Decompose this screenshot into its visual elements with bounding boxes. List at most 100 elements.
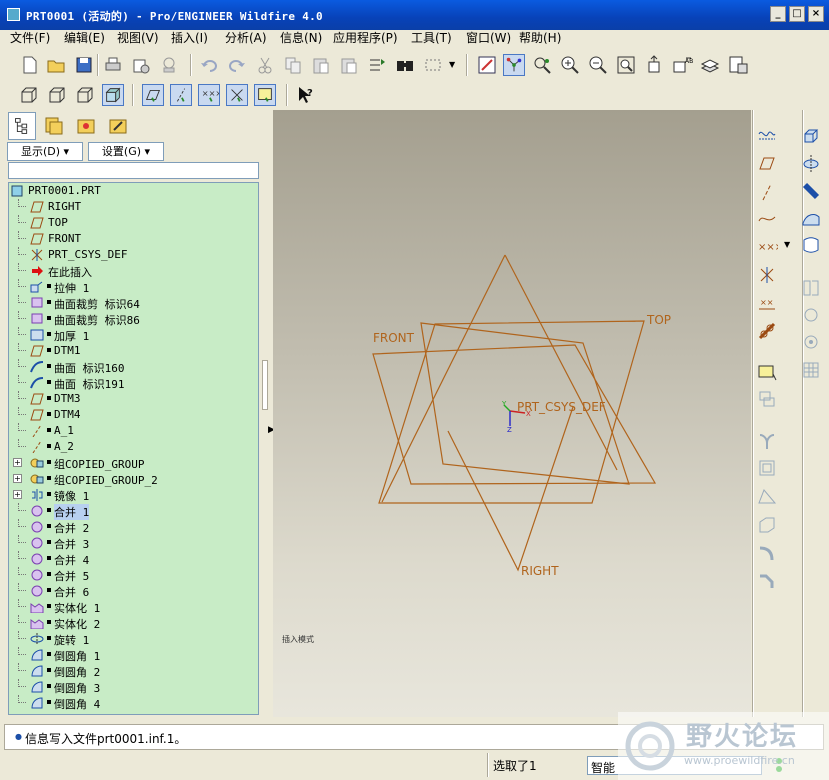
tree-item[interactable]: A_1 — [9, 423, 258, 439]
find-binoculars-icon[interactable] — [394, 54, 416, 76]
revolve-tool-icon[interactable] — [800, 152, 822, 174]
redo-icon[interactable] — [226, 54, 248, 76]
csys-display-icon[interactable] — [226, 84, 248, 106]
tree-item[interactable]: 倒圆角 3 — [9, 679, 258, 695]
tree-item[interactable]: + 镜像 1 — [9, 487, 258, 503]
shading-icon[interactable] — [102, 84, 124, 106]
tree-item[interactable]: 倒圆角 2 — [9, 663, 258, 679]
rib-tool-icon[interactable] — [756, 514, 778, 536]
tree-item[interactable]: 合并 5 — [9, 567, 258, 583]
chevron-down-icon[interactable]: ▼ — [449, 60, 455, 69]
tree-item[interactable]: 实体化 2 — [9, 615, 258, 631]
zoom-in-icon[interactable] — [559, 54, 581, 76]
boundary-blend-icon[interactable] — [800, 207, 822, 229]
round-tool-icon[interactable] — [756, 542, 778, 564]
settings-dropdown[interactable]: 设置(G) ▾ — [88, 142, 164, 161]
favorites-tab-icon[interactable] — [72, 112, 100, 140]
tree-item[interactable]: DTM4 — [9, 407, 258, 423]
expand-toggle[interactable]: + — [13, 474, 22, 483]
merge-tool-icon[interactable] — [756, 430, 778, 452]
menu-edit[interactable]: 编辑(E) — [64, 29, 105, 46]
menu-applications[interactable]: 应用程序(P) — [333, 29, 398, 46]
tree-item[interactable]: TOP — [9, 215, 258, 231]
tree-item[interactable]: 倒圆角 1 — [9, 647, 258, 663]
tree-item[interactable]: 实体化 1 — [9, 599, 258, 615]
selection-box-icon[interactable] — [422, 54, 444, 76]
offset-tool-icon[interactable] — [756, 457, 778, 479]
show-dropdown[interactable]: 显示(D) ▾ — [7, 142, 83, 161]
variable-sweep-icon[interactable] — [800, 180, 822, 202]
tree-item[interactable]: 旋转 1 — [9, 631, 258, 647]
zoom-out-icon[interactable] — [587, 54, 609, 76]
paste-icon[interactable] — [310, 54, 332, 76]
annotation-display-icon[interactable] — [254, 84, 276, 106]
reorient-icon[interactable] — [643, 54, 665, 76]
right-plane-edge-2[interactable] — [381, 254, 506, 503]
hole-tool-icon[interactable] — [800, 277, 822, 299]
wireframe-icon[interactable] — [18, 84, 40, 106]
datum-chain-icon[interactable] — [756, 320, 778, 342]
chevron-down-icon[interactable]: ▼ — [784, 240, 790, 249]
undo-icon[interactable] — [198, 54, 220, 76]
analysis-tool-icon[interactable]: ×× — [756, 292, 778, 314]
cut-icon[interactable] — [254, 54, 276, 76]
menu-window[interactable]: 窗口(W) — [466, 29, 511, 46]
menu-help[interactable]: 帮助(H) — [519, 29, 561, 46]
front-plane-outline[interactable] — [372, 344, 657, 485]
menu-insert[interactable]: 插入(I) — [171, 29, 208, 46]
tree-item[interactable]: 合并 6 — [9, 583, 258, 599]
layers-icon[interactable] — [699, 54, 721, 76]
repaint-icon[interactable] — [476, 54, 498, 76]
close-button[interactable]: × — [808, 6, 824, 22]
draft-tool-icon[interactable] — [756, 485, 778, 507]
tree-item[interactable]: PRT_CSYS_DEF — [9, 247, 258, 263]
sketch-display-icon[interactable] — [756, 122, 778, 144]
tree-item[interactable]: FRONT — [9, 231, 258, 247]
tree-item[interactable]: 曲面裁剪 标识64 — [9, 295, 258, 311]
tree-item[interactable]: A_2 — [9, 439, 258, 455]
right-plane-edge[interactable] — [504, 254, 618, 471]
datum-point-display-icon[interactable]: ××× — [198, 84, 220, 106]
folder-browser-tab-icon[interactable] — [40, 112, 68, 140]
tree-item[interactable]: DTM1 — [9, 343, 258, 359]
graphics-window[interactable]: FRONT TOP RIGHT PRT_CSYS_DEF X Z Y 插入模式 — [273, 110, 751, 717]
refit-icon[interactable] — [615, 54, 637, 76]
tree-item[interactable]: DTM3 — [9, 391, 258, 407]
copy-icon[interactable] — [282, 54, 304, 76]
send-mail-icon[interactable] — [130, 54, 152, 76]
grid-pattern-icon[interactable] — [800, 359, 822, 381]
datum-plane-tool-icon[interactable] — [756, 152, 778, 174]
expand-toggle[interactable]: + — [13, 458, 22, 467]
chamfer-tool-icon[interactable] — [756, 570, 778, 592]
note-tool-icon[interactable] — [756, 362, 778, 384]
copy-geometry-icon[interactable] — [756, 388, 778, 410]
datum-point-tool-icon[interactable]: ××× — [756, 234, 778, 256]
menu-analysis[interactable]: 分析(A) — [225, 29, 267, 46]
view-manager-icon[interactable] — [727, 54, 749, 76]
tree-item[interactable]: 曲面裁剪 标识86 — [9, 311, 258, 327]
open-folder-icon[interactable] — [45, 54, 67, 76]
save-icon[interactable] — [73, 54, 95, 76]
datum-plane-display-icon[interactable] — [142, 84, 164, 106]
shell-tool-icon[interactable] — [800, 304, 822, 326]
extrude-tool-icon[interactable] — [800, 124, 822, 146]
regenerate-icon[interactable] — [366, 54, 388, 76]
sketch-tool-icon[interactable] — [756, 207, 778, 229]
context-help-icon[interactable]: ? — [295, 84, 317, 106]
hidden-line-icon[interactable] — [46, 84, 68, 106]
tree-item[interactable]: 倒圆角 4 — [9, 695, 258, 711]
csys-tool-icon[interactable] — [756, 264, 778, 286]
paste-special-icon[interactable] — [338, 54, 360, 76]
send-link-icon[interactable] — [158, 54, 180, 76]
datum-axis-display-icon[interactable] — [170, 84, 192, 106]
tree-item[interactable]: 在此插入 — [9, 263, 258, 279]
spin-center-icon[interactable] — [503, 54, 525, 76]
new-file-icon[interactable] — [18, 54, 40, 76]
no-hidden-icon[interactable] — [74, 84, 96, 106]
maximize-button[interactable]: □ — [789, 6, 805, 22]
menu-file[interactable]: 文件(F) — [10, 29, 50, 46]
tree-item[interactable]: 合并 1 — [9, 503, 258, 520]
menu-info[interactable]: 信息(N) — [280, 29, 322, 46]
pattern-tool-icon[interactable] — [800, 331, 822, 353]
print-icon[interactable] — [102, 54, 124, 76]
